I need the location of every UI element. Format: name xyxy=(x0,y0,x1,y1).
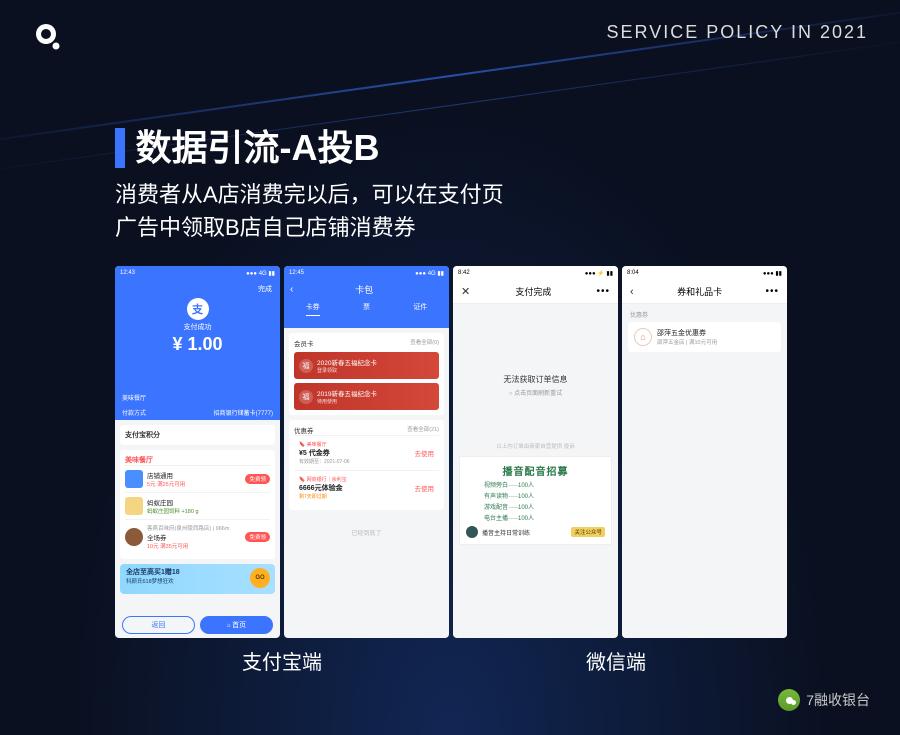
retry-hint[interactable]: ○ 点击页面刷新重试 xyxy=(453,388,618,397)
alipay-logo-icon: 支 xyxy=(187,298,209,320)
coupon-row[interactable]: 店铺通用5元 满25元可用 免费领 xyxy=(125,465,270,492)
avatar-icon xyxy=(466,526,478,538)
tab-cards[interactable]: 卡券 xyxy=(306,302,320,316)
membership-card[interactable]: 福 2020新春五福纪念卡登录领取 xyxy=(294,352,439,379)
more-icon[interactable]: ••• xyxy=(765,286,779,297)
payment-amount: ¥ 1.00 xyxy=(115,334,280,355)
label-wechat: 微信端 xyxy=(449,646,783,675)
membership-card[interactable]: 福 2019新春五福纪念卡待用使用 xyxy=(294,383,439,410)
done-button[interactable]: 完成 xyxy=(115,284,280,294)
page-title: 券和礼品卡 xyxy=(634,285,766,298)
wechat-icon xyxy=(778,689,800,711)
promo-banner[interactable]: 全店至高买1赠18 科颜氏618梦想狂欢 GO xyxy=(120,564,275,594)
title-accent-bar xyxy=(115,128,125,168)
phone-wechat-coupons: 8:04●●● ▮▮ ‹ 券和礼品卡 ••• 优惠券 ⌂ 邵萍五金优惠券 邵萍五… xyxy=(622,266,787,638)
fu-icon: 福 xyxy=(299,390,313,404)
coupon-row[interactable]: 蚂蚁庄园蚂蚁庄园饲料 +180 g xyxy=(125,492,270,519)
follow-button[interactable]: 关注公众号 xyxy=(571,527,605,537)
use-button[interactable]: 去使用 xyxy=(415,448,435,458)
fu-icon: 福 xyxy=(299,359,313,373)
phone-wechat-payment: 8:42●●● ⚡ ▮▮ ✕ 支付完成 ••• 无法获取订单信息 ○ 点击页面刷… xyxy=(453,266,618,638)
wechat-account-badge[interactable]: 7融收银台 xyxy=(778,689,870,711)
phone-alipay-wallet: 12:45●●● 4G ▮▮ ‹ 卡包 卡券 票 证件 会员卡查看全部(0) 福… xyxy=(284,266,449,638)
footer-note: 以上内订单由商家自营提供 投诉 xyxy=(453,442,618,450)
back-button[interactable]: 返回 xyxy=(122,616,195,634)
slide-title: 数据引流-A投B xyxy=(135,128,379,168)
label-alipay: 支付宝端 xyxy=(115,646,449,675)
claim-button[interactable]: 免费领 xyxy=(245,532,270,542)
signal-icon: ●●● 4G ▮▮ xyxy=(415,270,444,277)
phone-alipay-payment: 12:43●●● 4G ▮▮ 完成 支 支付成功 ¥ 1.00 美味餐厅 付款方… xyxy=(115,266,280,638)
claim-button[interactable]: 免费领 xyxy=(245,474,270,484)
coupon-row[interactable]: 客燕百味府(泉州陵西路店) | 966m全场券10元 满35元可用 免费领 xyxy=(125,519,270,554)
header-right-text: SERVICE POLICY IN 2021 xyxy=(607,22,868,43)
list-end-text: 已经到底了 xyxy=(284,528,449,537)
page-title: 支付完成 xyxy=(470,285,596,298)
page-title: 卡包 xyxy=(293,283,435,296)
home-button[interactable]: ⌂ 首页 xyxy=(200,616,273,634)
coupon-row[interactable]: 🔖 网商银行｜余利宝6666元体验金剩7天即过期 去使用 xyxy=(299,476,434,500)
more-icon[interactable]: ••• xyxy=(596,286,610,297)
signal-icon: ●●● ⚡ ▮▮ xyxy=(585,270,613,277)
slide-subtitle: 消费者从A店消费完以后，可以在支付页 广告中领取B店自己店铺消费券 xyxy=(115,178,504,244)
store-icon xyxy=(125,470,143,488)
store-icon: ⌂ xyxy=(634,328,652,346)
section-label: 优惠券 xyxy=(622,304,787,322)
advertisement-card[interactable]: 播音配音招募 视频旁白··········100人 有声读物··········… xyxy=(459,456,612,545)
farm-icon xyxy=(125,497,143,515)
brand-logo xyxy=(32,22,62,52)
go-button[interactable]: GO xyxy=(250,568,270,588)
tab-tickets[interactable]: 票 xyxy=(363,302,370,316)
use-button[interactable]: 去使用 xyxy=(415,483,435,493)
coupon-card[interactable]: ⌂ 邵萍五金优惠券 邵萍五金店 | 满10元可用 xyxy=(628,322,781,352)
signal-icon: ●●● ▮▮ xyxy=(763,270,782,277)
food-icon xyxy=(125,528,143,546)
close-icon[interactable]: ✕ xyxy=(461,285,470,298)
tab-certs[interactable]: 证件 xyxy=(413,302,427,316)
error-message: 无法获取订单信息 xyxy=(453,374,618,385)
signal-icon: ●●● 4G ▮▮ xyxy=(246,270,275,277)
phone-screenshots-row: 12:43●●● 4G ▮▮ 完成 支 支付成功 ¥ 1.00 美味餐厅 付款方… xyxy=(115,266,787,638)
tabs: 卡券 票 证件 xyxy=(284,299,449,316)
coupon-row[interactable]: 🔖 美味餐厅¥5 代金券有效期至：2021-07-06 去使用 xyxy=(299,441,434,465)
